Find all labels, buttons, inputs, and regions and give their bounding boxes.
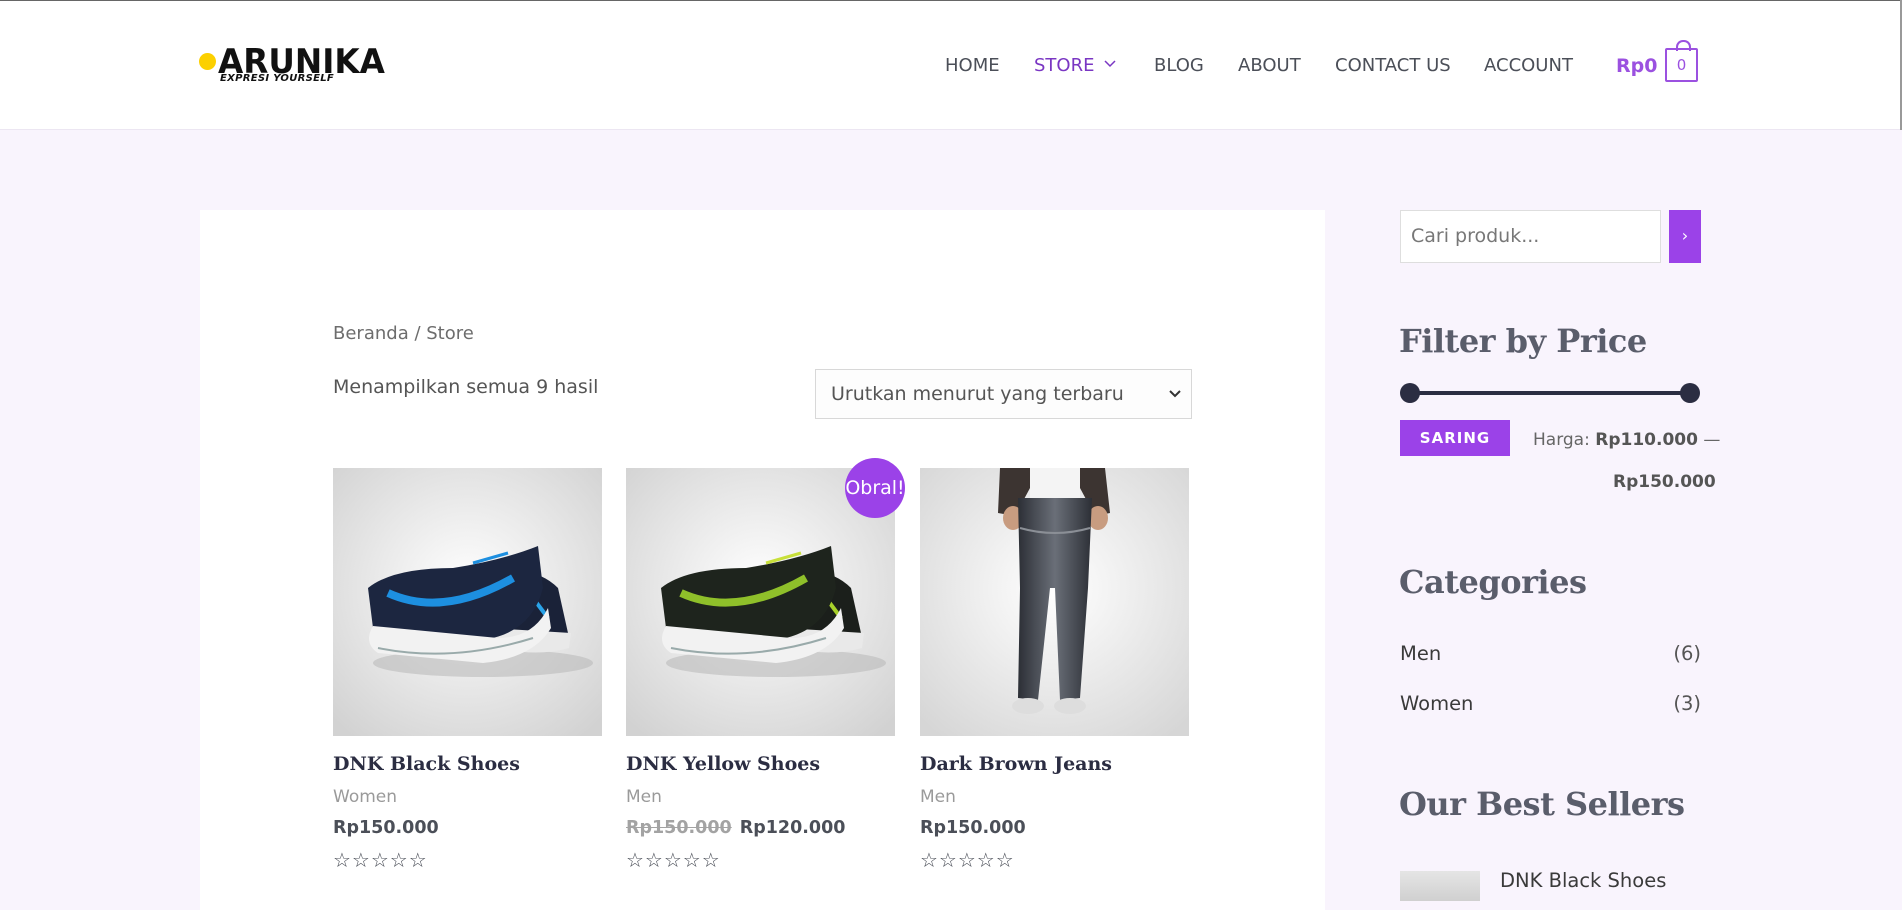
- product-price: Rp150.000: [333, 818, 439, 838]
- product-category: Men: [920, 787, 956, 807]
- category-count: (3): [1673, 692, 1701, 715]
- category-name: Women: [1400, 692, 1474, 715]
- category-name: Men: [1400, 642, 1442, 665]
- cart-bag-handle: [1676, 40, 1691, 51]
- product-sale-price: Rp120.000: [739, 818, 846, 838]
- product-category: Men: [626, 787, 662, 807]
- product-price: Rp150.000: [920, 818, 1026, 838]
- product-old-price: Rp150.000: [626, 818, 732, 838]
- nav-home[interactable]: HOME: [945, 54, 1000, 78]
- product-title[interactable]: DNK Black Shoes: [333, 753, 520, 775]
- best-seller-thumbnail[interactable]: [1400, 871, 1480, 901]
- result-count: Menampilkan semua 9 hasil: [333, 376, 599, 398]
- price-label: Harga:: [1533, 430, 1590, 450]
- site-logo[interactable]: ARUNIKA EXPRESI YOURSELF: [199, 43, 385, 91]
- category-count: (6): [1673, 642, 1701, 665]
- category-item-men[interactable]: Men (6): [1400, 642, 1701, 665]
- price-slider-track[interactable]: [1409, 391, 1690, 395]
- price-range-label: Harga: Rp110.000 —: [1533, 430, 1720, 450]
- product-image-black-blue-sneakers[interactable]: [333, 468, 602, 736]
- nav-about[interactable]: ABOUT: [1238, 54, 1301, 78]
- sort-selected-value: Urutkan menurut yang terbaru: [831, 383, 1124, 405]
- search-submit-button[interactable]: ›: [1669, 210, 1701, 263]
- star-rating-icon: ☆☆☆☆☆: [333, 848, 428, 872]
- product-title[interactable]: Dark Brown Jeans: [920, 753, 1112, 775]
- price-separator: —: [1703, 430, 1721, 450]
- price-min: Rp110.000: [1595, 430, 1698, 450]
- category-item-women[interactable]: Women (3): [1400, 692, 1701, 715]
- logo-tagline: EXPRESI YOURSELF: [220, 73, 335, 84]
- product-price: Rp150.000 Rp120.000: [626, 818, 845, 838]
- price-slider-max-handle[interactable]: [1680, 383, 1700, 403]
- filter-by-price-title: Filter by Price: [1399, 322, 1647, 360]
- sort-select[interactable]: Urutkan menurut yang terbaru: [815, 369, 1192, 419]
- best-seller-name[interactable]: DNK Black Shoes: [1500, 869, 1666, 892]
- cart-bag-icon[interactable]: 0: [1665, 40, 1698, 82]
- best-sellers-title: Our Best Sellers: [1399, 785, 1685, 823]
- product-image-jeans-model[interactable]: [920, 468, 1189, 736]
- chevron-down-icon: [1169, 390, 1181, 398]
- price-max: Rp150.000: [1613, 472, 1716, 492]
- product-search-input[interactable]: Cari produk...: [1400, 210, 1661, 263]
- sale-badge: Obral!: [845, 458, 905, 518]
- nav-account[interactable]: ACCOUNT: [1484, 54, 1573, 78]
- product-title[interactable]: DNK Yellow Shoes: [626, 753, 820, 775]
- nav-contact-us[interactable]: CONTACT US: [1335, 54, 1451, 78]
- filter-button[interactable]: SARING: [1400, 420, 1510, 456]
- categories-title: Categories: [1399, 563, 1587, 601]
- star-rating-icon: ☆☆☆☆☆: [626, 848, 721, 872]
- breadcrumb[interactable]: Beranda / Store: [333, 323, 474, 344]
- logo-sun-dot: [199, 53, 216, 70]
- cart-count: 0: [1676, 56, 1687, 74]
- product-card[interactable]: Dark Brown Jeans Men Rp150.000 ☆☆☆☆☆: [920, 468, 1189, 872]
- cart-total[interactable]: Rp0: [1616, 54, 1657, 78]
- chevron-down-icon: [1104, 60, 1116, 68]
- price-slider-min-handle[interactable]: [1400, 383, 1420, 403]
- star-rating-icon: ☆☆☆☆☆: [920, 848, 1015, 872]
- nav-store-label: STORE: [1034, 55, 1095, 76]
- nav-blog[interactable]: BLOG: [1154, 54, 1204, 78]
- nav-store[interactable]: STORE: [1034, 54, 1116, 78]
- product-category: Women: [333, 787, 398, 807]
- site-header: ARUNIKA EXPRESI YOURSELF HOME STORE BLOG…: [0, 1, 1900, 130]
- product-card[interactable]: DNK Black Shoes Women Rp150.000 ☆☆☆☆☆: [333, 468, 602, 872]
